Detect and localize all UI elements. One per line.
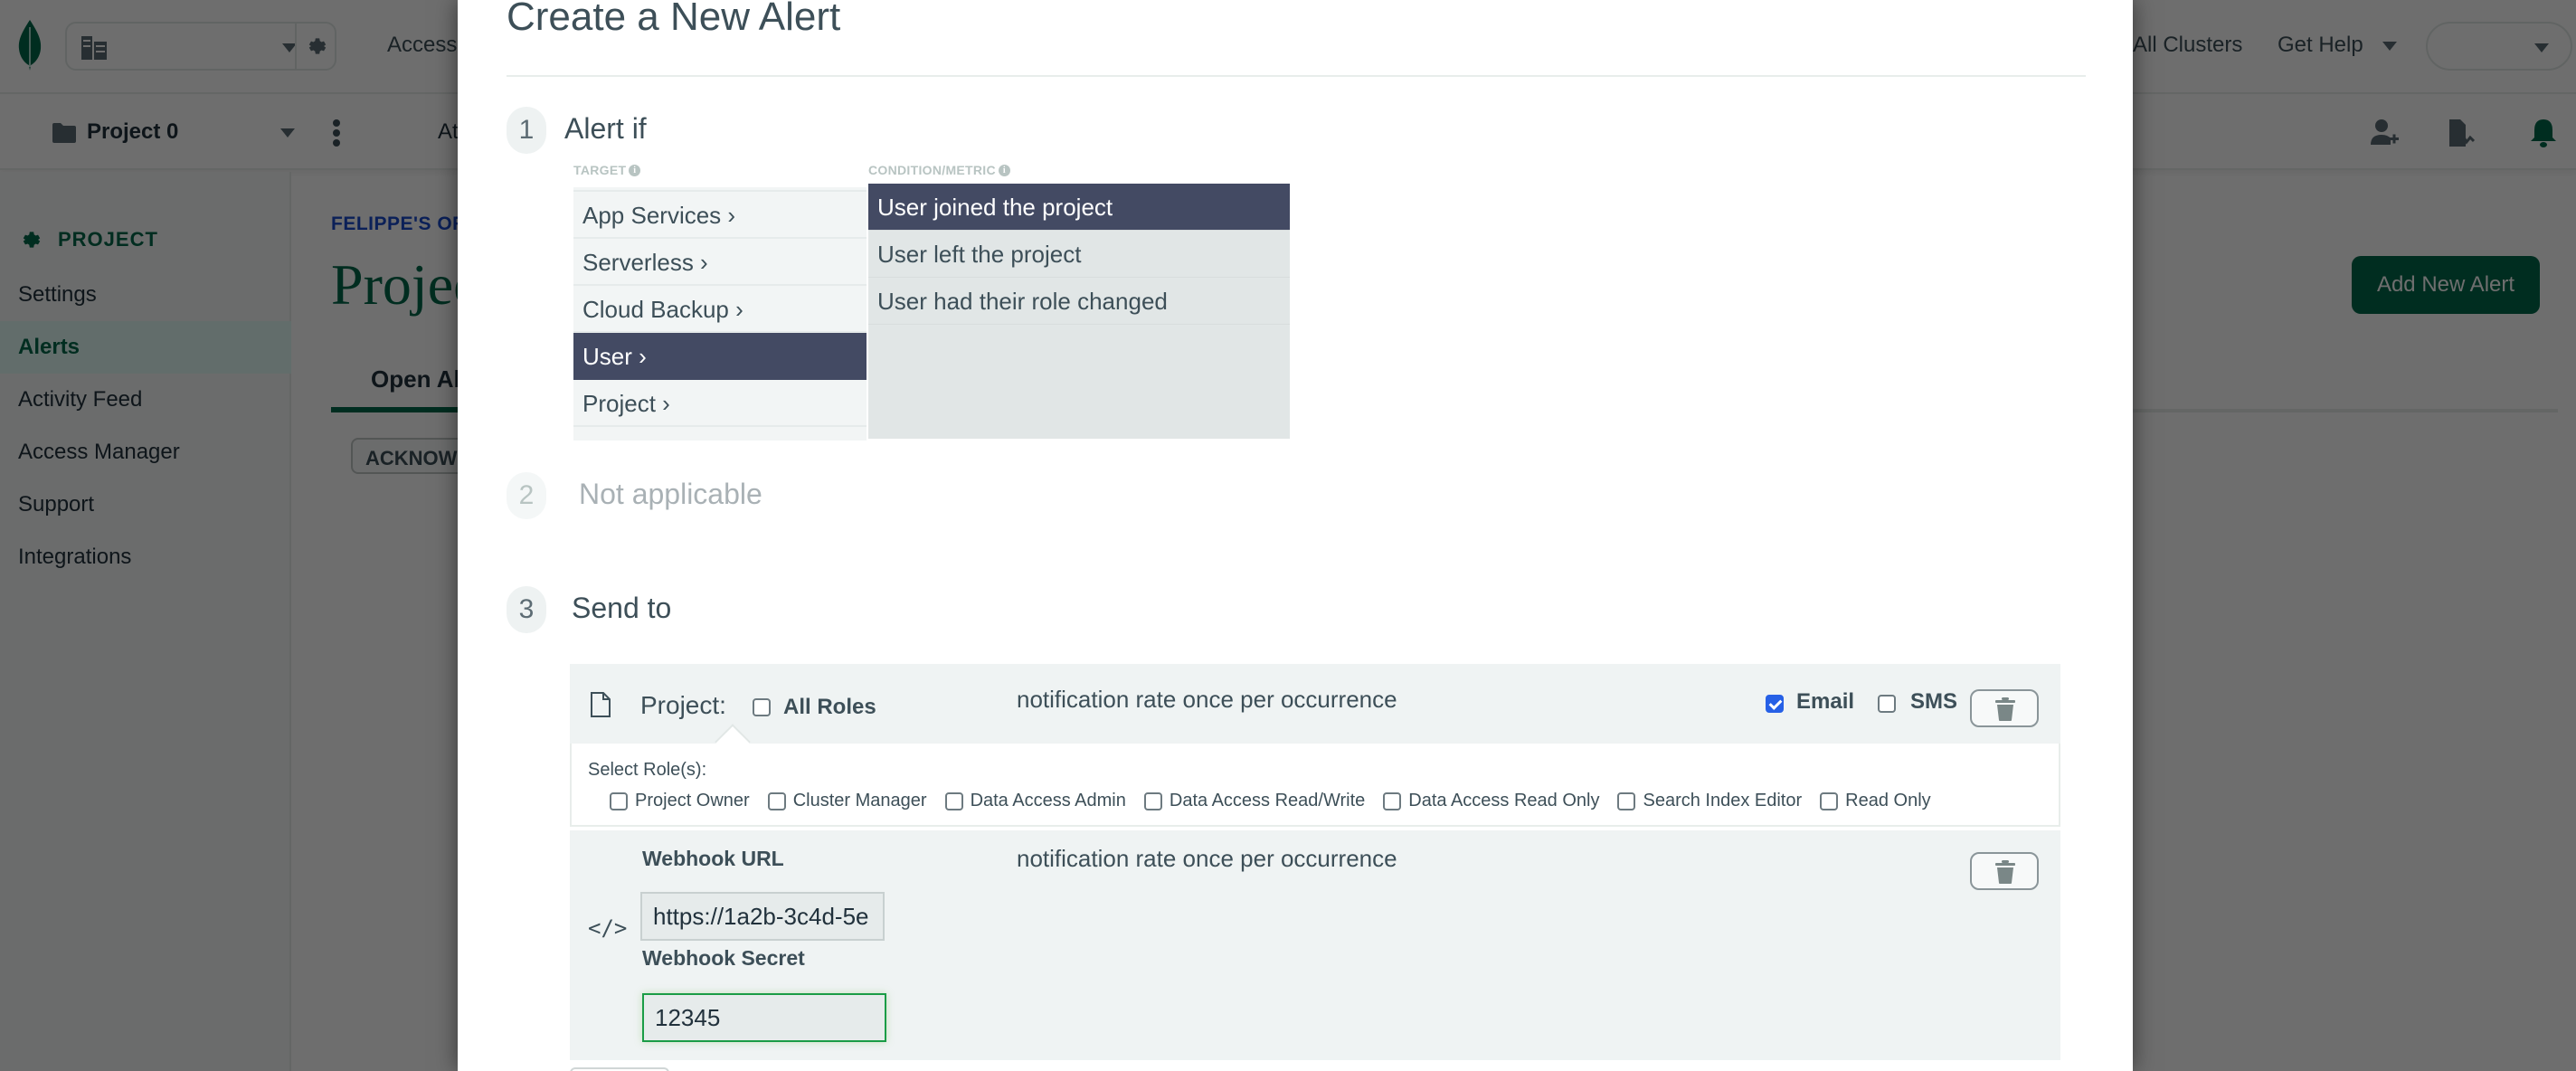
trash-icon <box>1995 860 2015 884</box>
role-cluster-manager[interactable]: Cluster Manager <box>767 791 927 811</box>
target-item-user[interactable]: User › <box>573 333 867 380</box>
role-label: Read Only <box>1845 791 1931 810</box>
webhook-url-label: Webhook URL <box>642 847 784 870</box>
role-checkbox[interactable] <box>1820 791 1839 810</box>
role-data-access-read-write[interactable]: Data Access Read/Write <box>1143 791 1366 811</box>
role-checkbox[interactable] <box>610 791 628 810</box>
sms-checkbox[interactable] <box>1878 695 1896 713</box>
project-notification-row: Project: All Roles notification rate onc… <box>570 664 2060 744</box>
condition-item-user-left[interactable]: User left the project <box>868 231 1290 278</box>
condition-list: User joined the project User left the pr… <box>868 184 1290 439</box>
role-data-access-read-only[interactable]: Data Access Read Only <box>1383 791 1599 811</box>
notification-rate-text: notification rate once per occurrence <box>1017 845 1397 872</box>
role-selection-panel: Select Role(s): Project Owner Cluster Ma… <box>570 744 2060 827</box>
condition-item-user-joined[interactable]: User joined the project <box>868 184 1290 231</box>
step-title-alert-if: Alert if <box>564 112 647 145</box>
step-title-send-to: Send to <box>572 592 672 624</box>
target-column-header: TARGET i <box>573 163 641 177</box>
delete-notification-button[interactable] <box>1970 689 2039 727</box>
sms-label: SMS <box>1910 689 1958 714</box>
step-number: 3 <box>507 586 546 633</box>
roles-list: Project Owner Cluster Manager Data Acces… <box>610 791 1949 811</box>
target-item-project[interactable]: Project › <box>573 380 867 427</box>
notification-rate-text: notification rate once per occurrence <box>1017 686 1397 713</box>
role-checkbox[interactable] <box>944 791 963 810</box>
info-icon[interactable]: i <box>629 164 641 176</box>
trash-icon <box>1995 697 2015 721</box>
target-item-cloud-backup[interactable]: Cloud Backup › <box>573 286 867 333</box>
email-label: Email <box>1796 689 1855 714</box>
target-item-app-services[interactable]: App Services › <box>573 192 867 239</box>
role-checkbox[interactable] <box>1383 791 1402 810</box>
role-read-only[interactable]: Read Only <box>1820 791 1931 811</box>
webhook-notification-row: </> Webhook URL https://1a2b-3c4d-5e Web… <box>570 830 2060 1060</box>
info-icon[interactable]: i <box>998 164 1010 176</box>
step-number: 2 <box>507 472 546 519</box>
role-checkbox[interactable] <box>767 791 786 810</box>
project-label: Project: <box>640 691 726 719</box>
role-search-index-editor[interactable]: Search Index Editor <box>1617 791 1802 811</box>
step-number: 1 <box>507 107 546 154</box>
code-icon: </> <box>588 915 628 941</box>
add-notification-button[interactable] <box>570 1067 669 1071</box>
target-item-serverless[interactable]: Serverless › <box>573 239 867 286</box>
webhook-secret-label: Webhook Secret <box>642 946 805 970</box>
step-title-not-applicable: Not applicable <box>579 478 762 510</box>
create-alert-modal: Create a New Alert 1 Alert if TARGET i C… <box>458 0 2133 1071</box>
webhook-secret-input[interactable]: 12345 <box>642 993 886 1042</box>
role-project-owner[interactable]: Project Owner <box>610 791 750 811</box>
all-roles-checkbox[interactable] <box>753 698 771 716</box>
divider <box>507 75 2086 77</box>
target-list: App Services › Serverless › Cloud Backup… <box>573 187 867 441</box>
role-label: Search Index Editor <box>1643 791 1803 810</box>
notification-list: Project: All Roles notification rate onc… <box>570 664 2060 1071</box>
role-label: Project Owner <box>635 791 750 810</box>
condition-column-header: CONDITION/METRIC i <box>868 163 1010 177</box>
modal-title: Create a New Alert <box>507 0 841 39</box>
role-checkbox[interactable] <box>1143 791 1162 810</box>
condition-item-role-changed[interactable]: User had their role changed <box>868 278 1290 325</box>
select-roles-label: Select Role(s): <box>588 760 707 780</box>
delete-notification-button[interactable] <box>1970 852 2039 890</box>
email-checkbox[interactable] <box>1766 695 1784 713</box>
role-label: Data Access Admin <box>970 791 1126 810</box>
role-label: Data Access Read/Write <box>1169 791 1366 810</box>
role-label: Data Access Read Only <box>1408 791 1600 810</box>
role-label: Cluster Manager <box>792 791 927 810</box>
all-roles-label: All Roles <box>783 695 876 719</box>
webhook-url-input[interactable]: https://1a2b-3c4d-5e <box>640 892 885 941</box>
role-data-access-admin[interactable]: Data Access Admin <box>944 791 1126 811</box>
role-checkbox[interactable] <box>1617 791 1636 810</box>
document-icon <box>591 692 611 717</box>
condition-header-label: CONDITION/METRIC <box>868 163 996 177</box>
target-header-label: TARGET <box>573 163 627 177</box>
